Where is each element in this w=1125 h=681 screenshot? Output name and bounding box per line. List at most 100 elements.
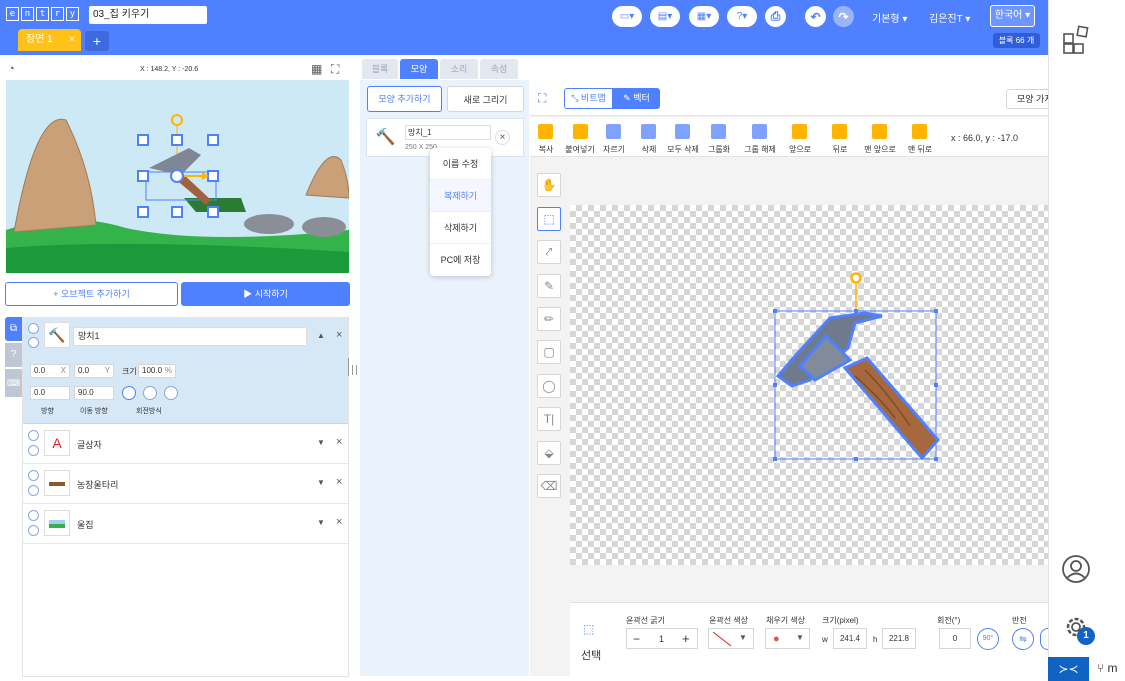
rotate-none-icon[interactable] [164,386,178,400]
add-object-button[interactable]: + 오브젝트 추가하기 [5,282,178,306]
mode-menu[interactable]: 기본형 ▾ [872,10,907,25]
brush-icon[interactable]: ✎ [537,274,561,298]
account-icon[interactable] [1061,554,1091,587]
lock-icon[interactable] [28,445,39,456]
width-input[interactable]: 241.4 [833,628,867,649]
y-input[interactable]: 0.0 Y [74,364,114,378]
paste-icon[interactable] [573,124,588,139]
visibility-icon[interactable] [28,430,39,441]
flip-vertical-icon[interactable] [1040,628,1048,650]
pencil-icon[interactable]: ✏ [537,307,561,331]
print-icon[interactable]: ⎙ [765,6,786,27]
rectangle-icon[interactable]: ▢ [537,340,561,364]
help-tab-icon[interactable]: ? [5,343,22,367]
language-select[interactable]: 한국어 ▾ [990,5,1035,27]
tab-properties[interactable]: 속성 [480,59,518,79]
resize-handle[interactable] [348,358,349,376]
menu-item-delete[interactable]: 삭제하기 [430,212,491,244]
send-backward-icon[interactable] [832,124,847,139]
fill-icon[interactable]: ⬙ [537,441,561,465]
new-draw-button[interactable]: 새로 그리기 [447,86,524,112]
stroke-color-picker[interactable]: ▼ [708,628,754,649]
undo-icon[interactable]: ↶ [805,6,826,27]
object-item[interactable]: 농장울타리 ▼ × [23,464,348,504]
delete-object-icon[interactable]: × [336,516,342,528]
shape-name-input[interactable]: 망치_1 [405,125,491,140]
branch-icon[interactable]: ⑂ m [1097,661,1118,675]
lock-icon[interactable] [28,525,39,536]
save-menu-icon[interactable]: ▤▾ [650,6,680,27]
keyboard-tab-icon[interactable]: ⌨ [5,369,22,397]
lock-icon[interactable] [28,337,39,348]
hand-icon[interactable]: ✋ [537,173,561,197]
eraser-icon[interactable]: ⌫ [537,474,561,498]
start-button[interactable]: ▶ 시작하기 [181,282,350,306]
delete-object-icon[interactable]: × [336,329,342,341]
print-menu-icon[interactable]: ▦▾ [689,6,719,27]
object-name-input[interactable]: 망치1 [73,327,307,346]
visibility-icon[interactable] [28,323,39,334]
scene-tab[interactable]: 장면 1 × [18,29,81,51]
send-to-back-icon[interactable] [912,124,927,139]
rotate-free-icon[interactable] [122,386,136,400]
object-item-selected[interactable]: 🔨 망치1 ▲ × 0.0 X 0.0 Y 크기 100.0% 0.0 90.0 방… [23,318,348,424]
copy-icon[interactable] [538,124,553,139]
expand-icon[interactable]: ▼ [317,438,325,447]
speed-icon[interactable]: ◔ [8,63,15,75]
close-icon[interactable]: × [69,29,75,51]
tab-sounds[interactable]: 소리 [440,59,478,79]
stroke-width-stepper[interactable]: − 1 + [626,628,698,649]
select-icon[interactable]: ⬚ [537,207,561,231]
cut-icon[interactable] [606,124,621,139]
help-menu-icon[interactable]: ?▾ [727,6,757,27]
expand-icon[interactable]: ▼ [317,518,325,527]
bitmap-mode-button[interactable]: ⤡ 비트맵 [564,88,613,109]
ellipse-icon[interactable]: ◯ [537,374,561,398]
new-project-icon[interactable]: ▭▾ [612,6,642,27]
redo-icon[interactable]: ↷ [833,6,854,27]
ungroup-icon[interactable] [752,124,767,139]
flip-horizontal-icon[interactable]: ⇋ [1012,628,1034,650]
direction-input[interactable]: 0.0 [30,386,70,400]
entry-logo[interactable]: entry [6,7,79,21]
rotate-horizontal-icon[interactable] [143,386,157,400]
delete-shape-icon[interactable]: × [495,130,510,145]
tab-blocks[interactable]: 블록 [362,59,398,79]
expand-icon[interactable]: ▼ [317,478,325,487]
user-menu[interactable]: 김은진T ▾ [929,10,970,25]
increase-button[interactable]: + [682,631,690,646]
delete-icon[interactable] [641,124,656,139]
menu-item-save-to-pc[interactable]: PC에 저장 [430,244,491,276]
decrease-button[interactable]: − [633,632,640,646]
lock-icon[interactable] [28,485,39,496]
apps-icon[interactable] [1062,25,1092,58]
bring-forward-icon[interactable] [792,124,807,139]
tab-shapes[interactable]: 모양 [400,59,438,79]
fill-color-picker[interactable]: ● ▼ [765,628,810,649]
rotate-90-button[interactable]: 90° [977,628,999,650]
group-icon[interactable] [711,124,726,139]
path-icon[interactable]: ⤤ [537,240,561,264]
remote-icon[interactable]: ≻≺ [1048,657,1089,681]
menu-item-rename[interactable]: 이름 수정 [430,148,491,180]
hammer-drawing[interactable] [770,268,945,467]
add-scene-button[interactable]: + [85,31,109,51]
panel-resize-handle[interactable] [352,365,357,375]
delete-all-icon[interactable] [675,124,690,139]
rotation-input[interactable]: 0 [939,628,971,649]
object-item[interactable]: 울집 ▼ × [23,504,348,544]
expand-editor-icon[interactable]: ⛶ [538,91,546,106]
vector-mode-button[interactable]: ✎ 벡터 [613,88,660,109]
height-input[interactable]: 221.8 [882,628,916,649]
text-icon[interactable]: T| [537,407,561,431]
move-direction-input[interactable]: 90.0 [74,386,114,400]
fullscreen-icon[interactable]: ⛶ [331,62,339,77]
object-item[interactable]: A 글상자 ▼ × [23,424,348,464]
stage-canvas[interactable] [6,80,349,273]
menu-item-duplicate[interactable]: 복제하기 [430,180,491,212]
delete-object-icon[interactable]: × [336,436,342,448]
project-name-input[interactable]: 03_집 키우기 [89,6,207,24]
visibility-icon[interactable] [28,510,39,521]
import-shape-button[interactable]: 모양 가져 [1006,89,1048,109]
size-input[interactable]: 100.0% [138,364,176,378]
